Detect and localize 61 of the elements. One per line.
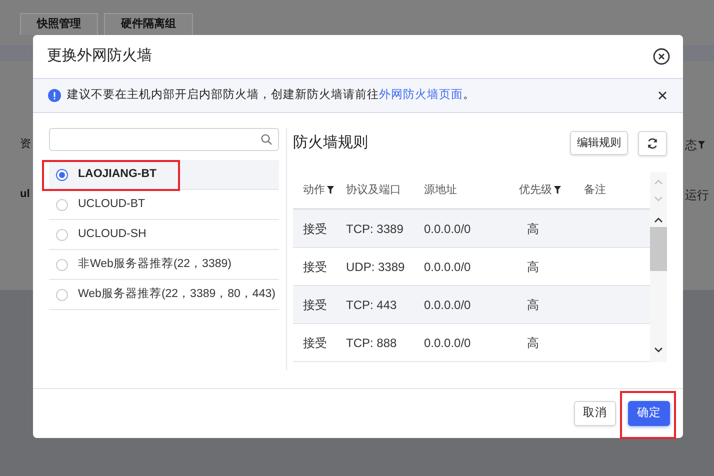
chevron-down-icon[interactable] bbox=[654, 347, 663, 353]
firewall-name: UCLOUD-SH bbox=[78, 226, 146, 242]
search-field[interactable] bbox=[49, 128, 279, 151]
column-header: 源地址 bbox=[424, 182, 457, 198]
confirm-button[interactable]: 确定 bbox=[628, 401, 670, 426]
table-cell: 高 bbox=[527, 336, 539, 350]
radio-button[interactable] bbox=[56, 168, 68, 180]
firewall-name: UCLOUD-BT bbox=[78, 196, 146, 212]
table-cell: UDP: 3389 bbox=[346, 260, 405, 274]
radio-button[interactable] bbox=[56, 288, 68, 300]
table-cell: 0.0.0.0/0 bbox=[424, 222, 471, 236]
radio-button[interactable] bbox=[56, 258, 68, 270]
filter-icon[interactable] bbox=[327, 186, 334, 194]
column-header: 协议及端口 bbox=[346, 182, 401, 198]
alert-link[interactable]: 外网防火墙页面 bbox=[379, 88, 463, 101]
background-text: 资 bbox=[20, 137, 31, 152]
radio-button[interactable] bbox=[56, 198, 68, 210]
firewall-list-item[interactable]: Web服务器推荐(22，3389，80，443) bbox=[49, 280, 279, 310]
scrollbar[interactable] bbox=[650, 172, 667, 362]
column-header: 优先级 bbox=[519, 182, 552, 198]
refresh-icon bbox=[647, 138, 658, 148]
firewall-name: LAOJIANG-BT bbox=[78, 166, 157, 182]
table-cell: 接受 bbox=[303, 222, 327, 236]
background-tab[interactable]: 硬件隔离组 bbox=[104, 13, 193, 34]
table-cell: TCP: 3389 bbox=[346, 222, 404, 236]
close-icon[interactable] bbox=[658, 91, 667, 100]
table-cell: 高 bbox=[527, 260, 539, 274]
radio-button[interactable] bbox=[56, 228, 68, 240]
table-cell: 接受 bbox=[303, 336, 327, 350]
table-cell: TCP: 443 bbox=[346, 298, 397, 312]
alert-message: 建议不要在主机内部开启内部防火墙，创建新防火墙请前往外网防火墙页面。 bbox=[67, 87, 476, 103]
column-header: 备注 bbox=[584, 182, 606, 198]
table-cell: 0.0.0.0/0 bbox=[424, 336, 471, 350]
table-cell: 0.0.0.0/0 bbox=[424, 260, 471, 274]
cancel-button[interactable]: 取消 bbox=[574, 401, 616, 426]
firewall-list-item[interactable]: 非Web服务器推荐(22，3389) bbox=[49, 250, 279, 280]
background-tab[interactable]: 快照管理 bbox=[20, 13, 98, 34]
scrollbar-thumb[interactable] bbox=[650, 227, 667, 271]
table-cell: 接受 bbox=[303, 260, 327, 274]
firewall-list-item[interactable]: UCLOUD-BT bbox=[49, 190, 279, 220]
edit-rules-button[interactable]: 编辑规则 bbox=[570, 131, 628, 155]
refresh-button[interactable] bbox=[638, 130, 667, 156]
close-icon[interactable] bbox=[653, 48, 670, 65]
table-cell: TCP: 888 bbox=[346, 336, 397, 350]
firewall-list-item[interactable]: UCLOUD-SH bbox=[49, 220, 279, 250]
chevron-up-icon[interactable] bbox=[654, 217, 663, 223]
search-icon bbox=[261, 134, 272, 145]
background-text: 态 bbox=[685, 137, 697, 154]
section-title: 防火墙规则 bbox=[293, 132, 369, 153]
table-cell: 高 bbox=[527, 298, 539, 312]
firewall-name: 非Web服务器推荐(22，3389) bbox=[78, 256, 232, 272]
filter-icon[interactable] bbox=[554, 186, 561, 194]
background-text: 运行 bbox=[685, 187, 709, 204]
background-text: ul bbox=[20, 187, 30, 202]
table-cell: 高 bbox=[527, 222, 539, 236]
table-cell: 接受 bbox=[303, 298, 327, 312]
table-cell: 0.0.0.0/0 bbox=[424, 298, 471, 312]
column-header: 动作 bbox=[303, 182, 325, 198]
dialog-title: 更换外网防火墙 bbox=[47, 46, 152, 66]
firewall-name: Web服务器推荐(22，3389，80，443) bbox=[78, 286, 276, 302]
info-icon bbox=[48, 89, 61, 102]
